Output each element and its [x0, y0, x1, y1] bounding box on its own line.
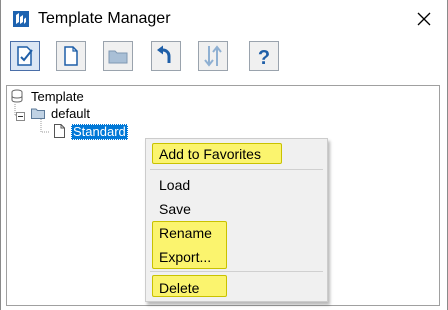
toolbar: ? [1, 38, 447, 76]
collapse-toggle-icon[interactable] [16, 108, 25, 126]
template-manager-window: Template Manager ? Template default Stan… [0, 0, 448, 310]
menu-item-save[interactable]: Save [159, 200, 191, 218]
select-template-button[interactable] [10, 41, 40, 71]
menu-item-export[interactable]: Export... [159, 248, 211, 266]
tree-selected-item[interactable]: Standard [71, 124, 128, 140]
menu-item-load[interactable]: Load [159, 176, 190, 194]
title-bar: Template Manager [1, 0, 447, 38]
menu-separator [150, 271, 323, 272]
folder-icon [31, 106, 45, 124]
template-manager-app-icon [13, 11, 29, 27]
new-folder-button[interactable] [103, 41, 133, 71]
undo-button[interactable] [151, 41, 181, 71]
menu-separator [150, 169, 323, 170]
context-menu: Add to Favorites Load Save Rename Export… [145, 138, 328, 302]
new-document-icon [64, 46, 78, 66]
window-title: Template Manager [38, 10, 171, 27]
tree-folder-label[interactable]: default [51, 106, 90, 122]
tree-root-label[interactable]: Template [31, 89, 84, 105]
folder-icon [108, 50, 128, 64]
sort-arrows-icon [204, 45, 222, 67]
menu-item-rename[interactable]: Rename [159, 224, 212, 242]
template-file-icon [54, 124, 65, 143]
sort-button[interactable] [198, 41, 228, 71]
svg-text:?: ? [258, 47, 270, 68]
new-template-button[interactable] [56, 41, 86, 71]
database-icon [11, 89, 23, 108]
help-button[interactable]: ? [249, 41, 279, 71]
undo-arrow-icon [157, 45, 171, 63]
document-check-icon [17, 46, 33, 66]
help-icon: ? [258, 47, 270, 68]
close-icon[interactable] [415, 10, 433, 28]
menu-item-add-to-favorites[interactable]: Add to Favorites [159, 145, 261, 163]
menu-item-delete[interactable]: Delete [159, 279, 199, 297]
